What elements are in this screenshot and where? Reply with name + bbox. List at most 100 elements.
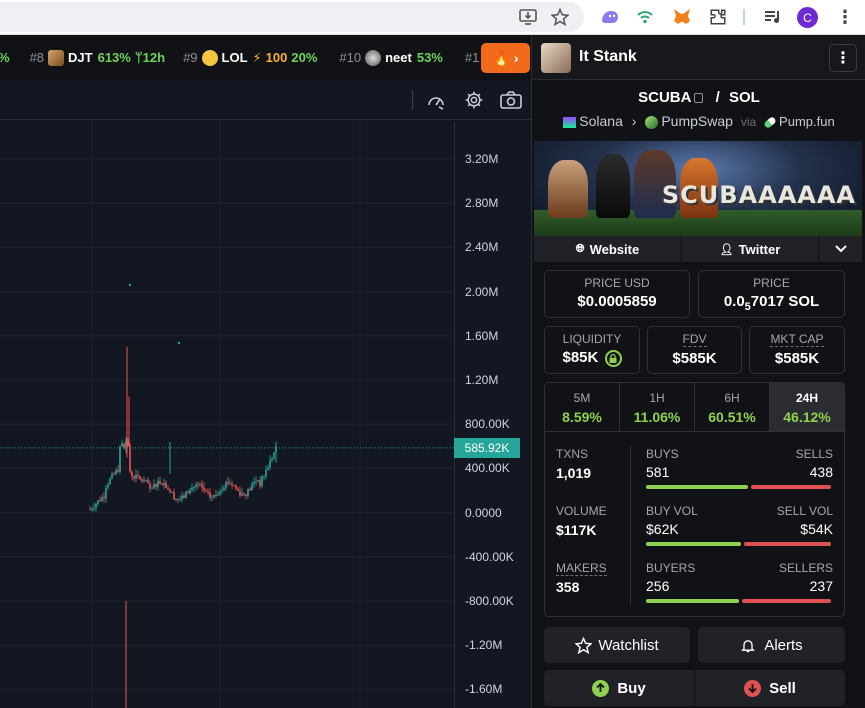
candle-body <box>229 483 231 485</box>
token-logo-icon <box>48 49 65 66</box>
candle-body <box>177 498 179 500</box>
buy-button[interactable]: Buy <box>544 670 694 706</box>
install-icon[interactable] <box>515 4 541 30</box>
candle-body <box>183 495 185 499</box>
dex-link[interactable]: PumpSwap <box>661 113 733 129</box>
pair-subtitle: Solana › PumpSwap via Pump.fun <box>532 113 865 129</box>
gear-icon[interactable] <box>462 88 486 112</box>
watchlist-button[interactable]: Watchlist <box>544 627 690 663</box>
website-button[interactable]: 🌐︎ Website <box>534 236 682 262</box>
candle-body <box>163 483 165 486</box>
candle-body <box>149 483 151 489</box>
candle-body <box>171 491 173 493</box>
extension-purple-icon[interactable] <box>597 4 623 30</box>
candle-body <box>225 481 227 488</box>
y-tick-label: 2.00M <box>465 284 499 299</box>
candle-body <box>219 491 221 495</box>
candle-body <box>93 508 95 510</box>
buy-vol-value: $62K <box>646 521 679 537</box>
candle-body <box>263 476 265 478</box>
sells-bar <box>751 485 831 489</box>
candle-body <box>221 490 223 492</box>
browser-menu-icon[interactable]: ⋮ <box>832 4 858 30</box>
more-links-button[interactable] <box>819 236 862 262</box>
candle-body <box>223 487 225 491</box>
volume-value: $117K <box>556 522 597 538</box>
chart-dot <box>177 341 181 345</box>
copy-icon[interactable] <box>694 93 704 104</box>
candle-body <box>209 492 211 498</box>
star-icon[interactable] <box>547 4 573 30</box>
metamask-icon[interactable] <box>669 4 695 30</box>
price-sol-card: PRICE 0.057017 SOL <box>698 270 845 318</box>
tab-1h[interactable]: 1H 11.06% <box>620 383 695 431</box>
token-logo-icon <box>365 49 382 66</box>
buy-vol-bar <box>646 542 741 546</box>
price-axis[interactable]: 3.20M 2.80M 2.40M 2.00M 1.60M 1.20M 800.00K 400… <box>454 121 531 708</box>
candle-body <box>231 483 233 486</box>
puzzle-icon[interactable] <box>705 4 731 30</box>
launchpad-link[interactable]: Pump.fun <box>779 114 835 129</box>
candle-body <box>195 484 197 487</box>
candle-body <box>113 473 115 475</box>
lock-icon[interactable] <box>604 349 622 367</box>
laugh-emoji-icon <box>201 49 218 66</box>
camera-icon[interactable] <box>499 88 523 112</box>
candle-body <box>165 483 167 488</box>
candle-body <box>121 443 123 447</box>
candle-body <box>213 494 215 498</box>
candle-body <box>151 488 153 490</box>
candle-body <box>191 487 193 491</box>
hot-pairs-button[interactable]: 🔥 › <box>481 43 530 73</box>
sells-value: 438 <box>809 464 833 480</box>
candle-body <box>249 488 251 490</box>
candle-body <box>227 481 229 484</box>
current-price-label: 585.92K <box>454 437 520 458</box>
twitter-button[interactable]: 👤︎ Twitter <box>682 236 819 262</box>
txns-value: 1,019 <box>556 465 592 481</box>
banner-figure <box>596 154 630 218</box>
tab-6h[interactable]: 6H 60.51% <box>695 383 770 431</box>
candle-body <box>189 490 191 494</box>
buyers-value: 256 <box>646 578 670 594</box>
speed-indicator-icon[interactable] <box>424 88 448 112</box>
media-icon[interactable] <box>760 4 786 30</box>
candle-body <box>233 485 235 487</box>
candle-body <box>111 473 113 479</box>
profile-avatar[interactable]: C <box>797 7 818 28</box>
candle-body <box>169 489 171 492</box>
alerts-button[interactable]: Alerts <box>698 627 845 663</box>
ticker-item[interactable]: #10 neet 53% <box>339 49 446 66</box>
y-tick-label: 400.00K <box>465 461 510 476</box>
ticker-partial-right: #1 <box>464 50 480 65</box>
tab-24h[interactable]: 24H 46.12% <box>770 383 844 431</box>
candle-body <box>185 491 187 499</box>
candle-body <box>89 509 91 511</box>
ticker-item[interactable]: #8 DJT 613% ᛘ 12h <box>30 49 165 66</box>
timeframe-tabs: 5M 8.59% 1H 11.06% 6H 60.51% 24H 46.12% <box>544 382 845 432</box>
panel-menu-button[interactable]: ⋮ <box>829 44 857 72</box>
chain-link[interactable]: Solana <box>579 113 623 129</box>
sellers-value: 237 <box>809 578 833 594</box>
chart-candles <box>89 346 277 708</box>
candle-body <box>197 484 199 486</box>
candle-body <box>247 488 249 497</box>
mktcap-card: MKT CAP $585K <box>749 326 845 374</box>
ticker-item[interactable]: #9 LOL ⚡ 100 20% <box>183 49 321 66</box>
candle-body <box>99 500 101 502</box>
buys-bar <box>646 485 748 489</box>
address-bar[interactable] <box>0 2 584 32</box>
extension-wifi-icon[interactable] <box>632 4 658 30</box>
candle-body <box>105 487 107 499</box>
panel-username: It Stank <box>579 48 637 65</box>
candle-body <box>271 458 273 461</box>
candle-body <box>143 480 145 482</box>
tab-5m[interactable]: 5M 8.59% <box>545 383 620 431</box>
candle-body <box>129 445 131 472</box>
price-chart[interactable] <box>0 121 531 708</box>
candle-body <box>109 478 111 485</box>
makers-value: 358 <box>556 579 580 595</box>
candle-body <box>261 476 263 487</box>
candle-body <box>153 484 155 489</box>
sell-button[interactable]: Sell <box>695 670 845 706</box>
